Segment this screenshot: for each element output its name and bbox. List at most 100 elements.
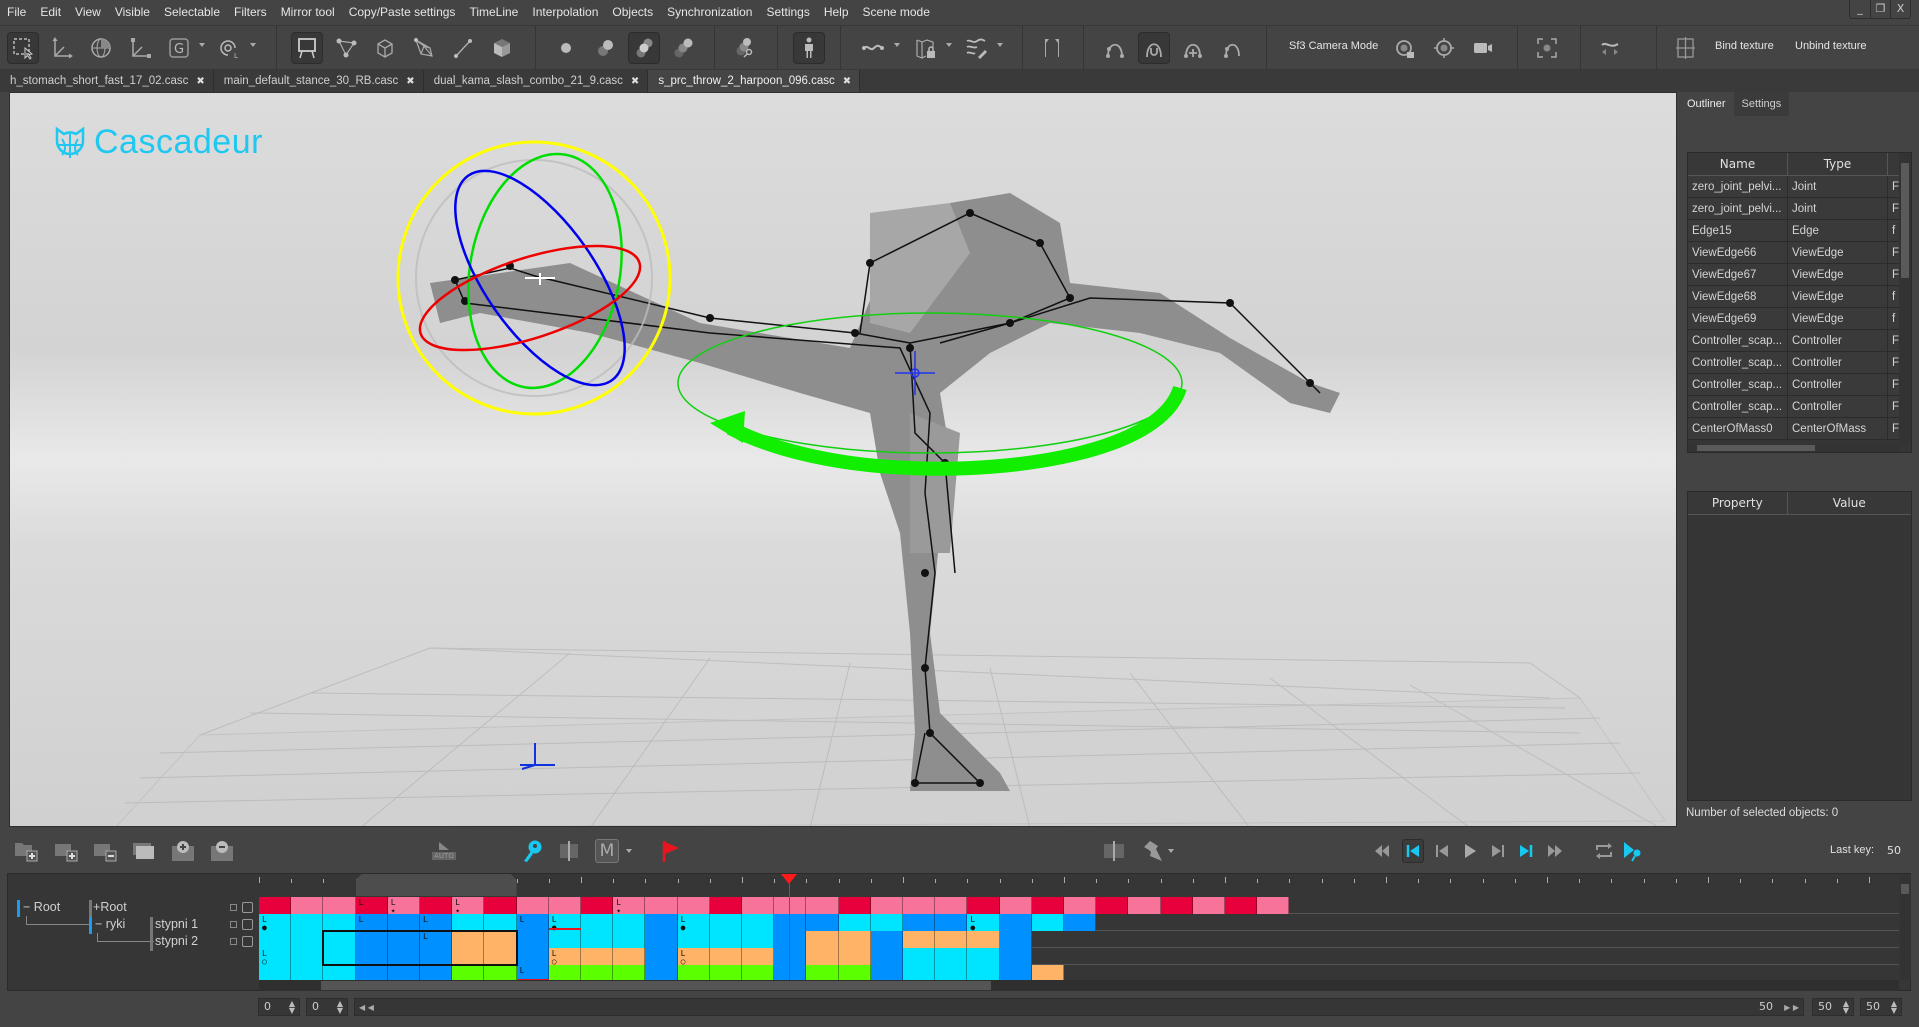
keyframe-cell[interactable] [420, 897, 453, 914]
bracket-icon[interactable] [1036, 32, 1068, 64]
lock-texture-icon[interactable] [910, 32, 942, 64]
menu-visible[interactable]: Visible [108, 0, 157, 25]
track-lock-checkbox[interactable] [242, 902, 253, 913]
go-to-start-button[interactable] [1402, 839, 1424, 863]
keyframe-cell[interactable] [613, 931, 646, 948]
keyframe-cell[interactable] [967, 897, 1000, 914]
menu-help[interactable]: Help [817, 0, 856, 25]
menu-timeline[interactable]: TimeLine [462, 0, 525, 25]
track-lock-checkbox[interactable] [242, 919, 253, 930]
keyframe-cell[interactable] [1064, 897, 1097, 914]
video-camera-icon[interactable] [1467, 32, 1499, 64]
range-slider[interactable]: ◀ ◀ 50 ▶ ▶ [354, 998, 1804, 1016]
interval-icon-2[interactable] [1100, 839, 1128, 863]
keyframe-cell[interactable] [935, 965, 968, 980]
keyframe-cell[interactable] [484, 897, 517, 914]
magnet-arc-icon[interactable] [1138, 32, 1170, 64]
three-points-icon[interactable] [628, 32, 660, 64]
range-right-arrows-icon[interactable]: ▶ ▶ [1784, 1000, 1799, 1016]
two-points-icon[interactable] [589, 32, 621, 64]
outliner-row[interactable]: Controller_scap... Controller F [1688, 352, 1911, 374]
keyframe-cell[interactable] [1160, 897, 1193, 914]
arc-icon-2[interactable] [1216, 32, 1248, 64]
keyframe-cell[interactable] [742, 931, 775, 948]
keyframe-cell[interactable] [838, 931, 871, 948]
mesh-wireframe-icon[interactable] [408, 32, 440, 64]
keyframe-cell[interactable] [967, 948, 1000, 965]
chevron-down-icon[interactable] [946, 43, 952, 47]
spin-arrows-icon[interactable]: ▲ ▼ [337, 1000, 343, 1015]
keyframe-cell[interactable] [548, 897, 581, 914]
interval-icon[interactable] [557, 839, 581, 863]
keyframe-cell[interactable] [742, 897, 775, 914]
menu-synchronization[interactable]: Synchronization [660, 0, 759, 25]
remove-group-icon[interactable] [91, 839, 119, 863]
keyframe-cell[interactable] [935, 897, 968, 914]
tree-node-stypni-2[interactable]: stypni 2 [155, 934, 198, 948]
keyframe-cell[interactable] [838, 965, 871, 980]
keyframe-cell[interactable] [1031, 914, 1064, 931]
swap-curve-icon[interactable] [1594, 32, 1626, 64]
camera-target-icon[interactable] [1428, 32, 1460, 64]
outliner-row[interactable]: zero_joint_pelvi... Joint F [1688, 176, 1911, 198]
chevron-down-icon[interactable] [199, 43, 205, 47]
tree-node-ryki[interactable]: − ryki [95, 917, 125, 931]
menu-filters[interactable]: Filters [227, 0, 274, 25]
keyframe-cell[interactable] [645, 948, 678, 965]
outliner-row[interactable]: Edge15 Edge f [1688, 220, 1911, 242]
keyframe-cell[interactable] [645, 897, 678, 914]
track-visibility-checkbox[interactable] [230, 938, 237, 945]
keyframe-cell[interactable] [259, 931, 292, 948]
keyframe-cell[interactable] [999, 931, 1032, 948]
keyframe-cell[interactable] [581, 948, 614, 965]
menu-objects[interactable]: Objects [605, 0, 660, 25]
range-left-arrows-icon[interactable]: ◀ ◀ [359, 1000, 374, 1016]
outliner-row[interactable]: zero_joint_pelvi... Joint F [1688, 198, 1911, 220]
keyframe-cell[interactable] [1031, 965, 1064, 980]
keyframe-cell[interactable] [999, 965, 1032, 980]
point-icon[interactable] [550, 32, 582, 64]
outliner-row[interactable]: Controller_scap... Controller F [1688, 330, 1911, 352]
rewind-icon[interactable] [1372, 839, 1392, 863]
keyframe-cell[interactable] [870, 897, 903, 914]
add-group-icon[interactable] [52, 839, 80, 863]
keyframe-cell[interactable] [999, 948, 1032, 965]
keyframe-cell[interactable] [259, 965, 292, 980]
scrollbar-thumb[interactable] [321, 981, 991, 990]
keyframe-cell[interactable] [645, 931, 678, 948]
menu-mirror-tool[interactable]: Mirror tool [274, 0, 342, 25]
keyframe-cell[interactable] [355, 965, 388, 980]
outliner-vertical-scrollbar[interactable] [1899, 153, 1911, 443]
pivot-icon[interactable]: L [212, 32, 244, 64]
keyframe-cell[interactable] [903, 914, 936, 931]
camera-mode-label[interactable]: Sf3 Camera Mode [1289, 40, 1378, 52]
spin-arrows-icon[interactable]: ▲ ▼ [1843, 1000, 1849, 1015]
close-button[interactable]: X [1890, 0, 1910, 18]
column-header-value[interactable]: Value [1788, 492, 1911, 514]
arc-plus-icon[interactable] [1177, 32, 1209, 64]
keyframe-cell[interactable] [999, 897, 1032, 914]
edge-line-icon[interactable] [447, 32, 479, 64]
previous-key-icon[interactable] [1432, 839, 1452, 863]
keyframe-cell[interactable] [420, 965, 453, 980]
keyframe-cell[interactable] [516, 948, 549, 965]
curve-icon[interactable] [857, 32, 889, 64]
keyframe-cell[interactable] [291, 897, 324, 914]
last-frame-spinbox[interactable]: 50 ▲ ▼ [1860, 998, 1902, 1016]
scale-axes-icon[interactable] [124, 32, 156, 64]
track-lock-checkbox[interactable] [242, 936, 253, 947]
file-tab[interactable]: s_prc_throw_2_harpoon_096.casc ✖ [648, 70, 861, 92]
column-header-name[interactable]: Name [1688, 153, 1788, 175]
keyframe-cell[interactable] [709, 965, 742, 980]
go-to-end-icon[interactable] [1516, 839, 1536, 863]
bind-texture-button[interactable]: Bind texture [1715, 40, 1774, 52]
start-frame-spinbox[interactable]: 0 ▲ ▼ [258, 998, 300, 1016]
auto-key-button[interactable]: AUTO [430, 839, 458, 863]
loop-icon[interactable] [1592, 839, 1616, 863]
keyframe-cell[interactable] [709, 914, 742, 931]
chevron-down-icon[interactable] [1168, 849, 1174, 853]
keyframe-cell[interactable] [645, 914, 678, 931]
menu-settings[interactable]: Settings [759, 0, 816, 25]
keyframe-cell[interactable] [581, 914, 614, 931]
offset-spinbox[interactable]: 0 ▲ ▼ [306, 998, 348, 1016]
